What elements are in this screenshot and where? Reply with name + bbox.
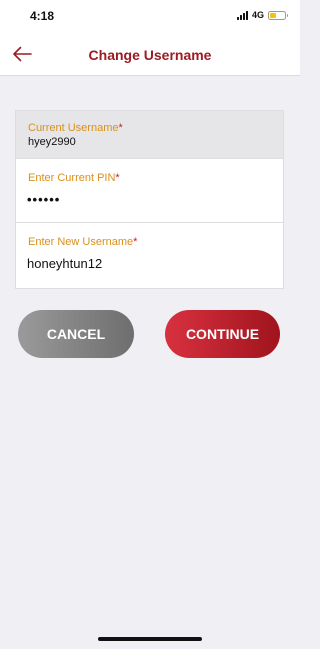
change-username-form: Current Username* hyey2990 Enter Current…	[15, 110, 284, 289]
signal-icon	[236, 10, 248, 20]
required-mark: *	[118, 122, 123, 134]
current-username-field: Current Username* hyey2990	[16, 111, 283, 159]
current-pin-label: Enter Current PIN*	[28, 172, 120, 184]
status-indicators: 4G	[236, 10, 288, 20]
status-time: 4:18	[30, 9, 55, 23]
current-pin-input[interactable]	[27, 192, 273, 207]
required-mark: *	[115, 172, 120, 184]
network-type: 4G	[251, 10, 264, 20]
home-indicator	[98, 637, 202, 641]
cancel-button[interactable]: CANCEL	[18, 310, 134, 358]
current-pin-field[interactable]: Enter Current PIN*	[16, 159, 283, 223]
current-username-value: hyey2990	[28, 136, 76, 148]
new-username-input[interactable]	[27, 256, 273, 271]
current-username-label: Current Username*	[28, 122, 123, 134]
battery-level	[270, 12, 277, 18]
required-mark: *	[133, 236, 138, 248]
page-title: Change Username	[88, 47, 212, 63]
new-username-field[interactable]: Enter New Username*	[16, 223, 283, 288]
navigation-bar: Change Username	[0, 32, 300, 76]
battery-icon	[268, 10, 288, 20]
continue-button[interactable]: CONTINUE	[165, 310, 280, 358]
status-bar: 4:18 4G	[0, 0, 300, 32]
new-username-label: Enter New Username*	[28, 236, 138, 248]
